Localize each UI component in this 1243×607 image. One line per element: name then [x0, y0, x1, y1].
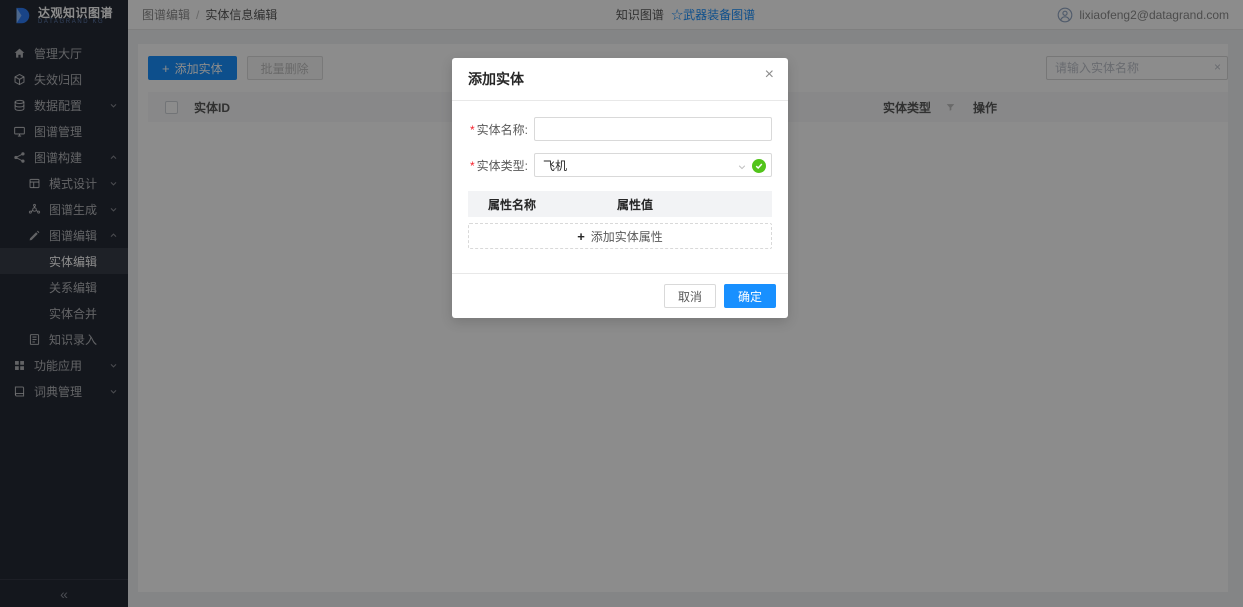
entity-type-select[interactable]: 飞机: [534, 153, 772, 177]
property-table-header: 属性名称 属性值: [468, 191, 772, 217]
required-mark: *: [470, 159, 475, 173]
entity-type-label: *实体类型:: [468, 157, 534, 174]
close-icon[interactable]: ×: [765, 67, 774, 83]
add-property-label: 添加实体属性: [591, 228, 663, 245]
entity-name-input[interactable]: [534, 117, 772, 141]
page: 达观知识图谱 DATAGRAND KG 管理大厅 失效归因 数据配置 图谱管理: [0, 0, 1243, 607]
entity-name-row: *实体名称:: [468, 117, 772, 141]
column-property-name: 属性名称: [468, 196, 617, 213]
add-property-button[interactable]: + 添加实体属性: [468, 223, 772, 249]
modal-footer: 取消 确定: [452, 273, 788, 318]
chevron-down-icon: [737, 161, 747, 171]
modal-body: *实体名称: *实体类型: 飞机 属性: [452, 101, 788, 249]
entity-type-value: 飞机: [543, 157, 567, 174]
confirm-button-label: 确定: [738, 288, 762, 305]
modal-title: 添加实体: [468, 71, 524, 87]
entity-type-row: *实体类型: 飞机: [468, 153, 772, 177]
column-property-value: 属性值: [617, 196, 772, 213]
cancel-button-label: 取消: [678, 288, 702, 305]
add-entity-modal: 添加实体 × *实体名称: *实体类型: 飞机: [452, 58, 788, 318]
required-mark: *: [470, 123, 475, 137]
cancel-button[interactable]: 取消: [664, 284, 716, 308]
entity-name-label: *实体名称:: [468, 121, 534, 138]
valid-check-icon: [752, 159, 766, 173]
confirm-button[interactable]: 确定: [724, 284, 776, 308]
modal-header: 添加实体 ×: [452, 58, 788, 101]
plus-icon: +: [577, 229, 585, 244]
